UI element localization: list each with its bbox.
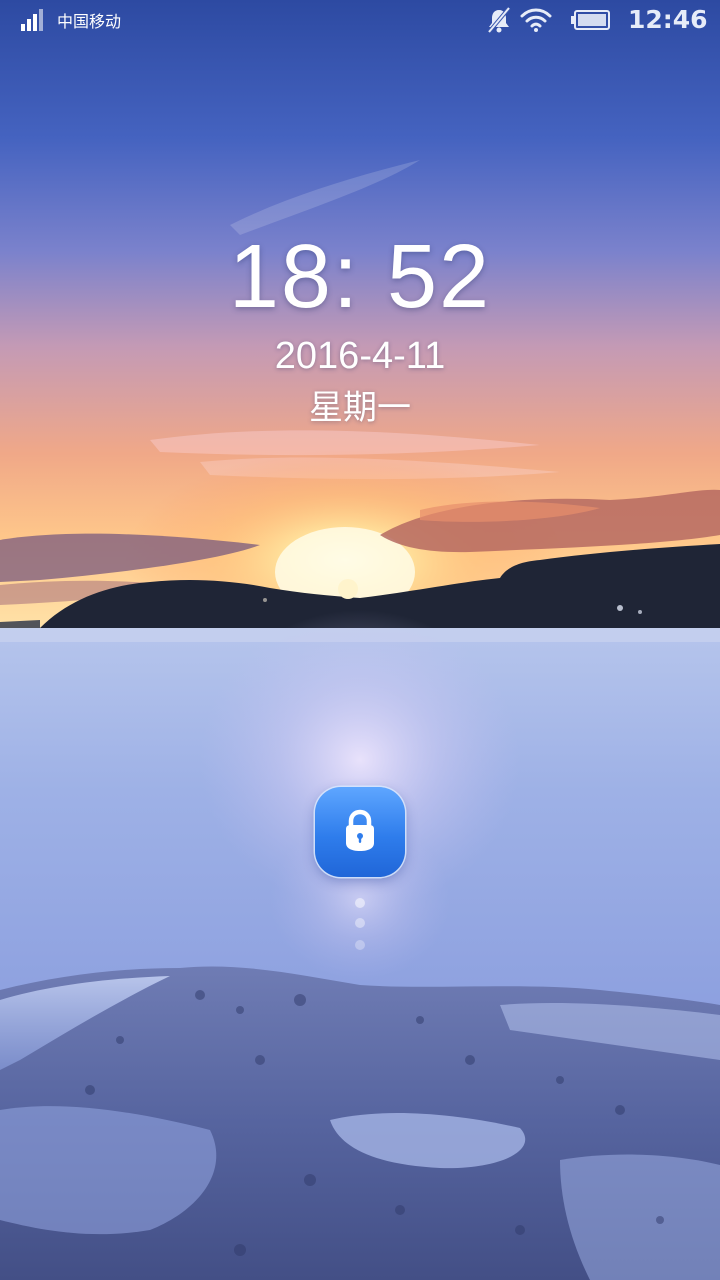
- lockscreen-date: 2016-4-11: [274, 335, 446, 377]
- signal-icon: [21, 9, 43, 31]
- mute-icon: [487, 6, 511, 34]
- status-time: 12:46: [628, 5, 708, 34]
- unlock-button[interactable]: [315, 787, 405, 877]
- carrier-name: 中国移动: [57, 12, 122, 31]
- lock-icon: [346, 809, 374, 851]
- status-bar: 中国移动 12:46: [0, 0, 720, 42]
- swipe-hint-dot: [355, 898, 365, 908]
- lockscreen-weekday: 星期一: [309, 388, 411, 428]
- swipe-hint-dot: [355, 940, 365, 950]
- battery-icon: [571, 10, 610, 30]
- wifi-icon: [520, 8, 552, 32]
- swipe-hint-dot: [355, 918, 365, 928]
- lock-screen: 中国移动 12:46 18: 52 2016-4-11 星期一: [0, 0, 720, 1280]
- wallpaper: [0, 0, 720, 1280]
- lockscreen-clock: 18: 52: [228, 227, 492, 327]
